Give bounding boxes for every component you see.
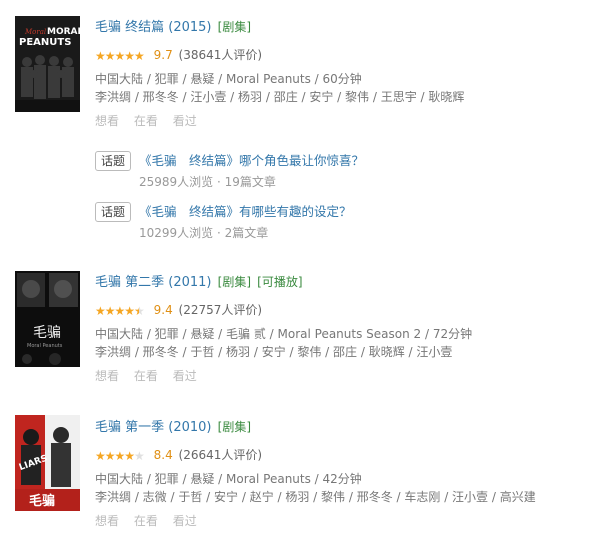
- action-links-3: 想看 在看 看过: [95, 512, 595, 530]
- rating-count-3: (26641人评价): [178, 448, 263, 462]
- poster-script-1: Moral: [24, 28, 46, 36]
- want-to-watch-button-1[interactable]: 想看: [95, 114, 119, 128]
- entry-title-1[interactable]: 毛骗 终结篇 (2015): [95, 20, 212, 35]
- svg-text:MORAL: MORAL: [47, 27, 80, 37]
- svg-text:PEANUTS: PEANUTS: [19, 37, 71, 48]
- tag-series-1: [剧集]: [217, 20, 252, 34]
- meta-info-1: 中国大陆 / 犯罪 / 悬疑 / Moral Peanuts / 60分钟: [95, 72, 362, 86]
- poster-image-2[interactable]: 毛骗 Moral Peanuts: [15, 271, 80, 367]
- rating-line-2: ★★★★★ 9.4 (22757人评价): [95, 301, 595, 320]
- rating-count-2: (22757人评价): [178, 303, 263, 317]
- cast-list-3: 李洪绸 / 志微 / 于哲 / 安宁 / 赵宁 / 杨羽 / 黎伟 / 邢冬冬 …: [95, 490, 536, 504]
- rating-line-1: ★★★★★ 9.7 (38641人评价): [95, 46, 595, 65]
- entry-info-3: 毛骗 第一季 (2010) [剧集] ★★★★★ 8.4 (26641人评价) …: [95, 418, 595, 530]
- entry-title-line-1: 毛骗 终结篇 (2015) [剧集]: [95, 18, 595, 37]
- topic-tag-1[interactable]: 话题: [95, 151, 132, 171]
- poster-image-1[interactable]: Moral MORAL PEANUTS: [15, 16, 80, 112]
- entry-title-line-3: 毛骗 第一季 (2010) [剧集]: [95, 418, 595, 437]
- cast-list-2: 李洪绸 / 邢冬冬 / 于哲 / 杨羽 / 安宁 / 黎伟 / 邵庄 / 耿晓辉…: [95, 345, 453, 359]
- rating-count-1: (38641人评价): [178, 48, 263, 62]
- action-links-1: 想看 在看 看过: [95, 112, 595, 130]
- cast-list-1: 李洪绸 / 邢冬冬 / 汪小壹 / 杨羽 / 邵庄 / 安宁 / 黎伟 / 王思…: [95, 90, 465, 104]
- watched-button-1[interactable]: 看过: [173, 114, 197, 128]
- rating-stars-2: ★★★★★: [95, 304, 145, 318]
- meta-info-3: 中国大陆 / 犯罪 / 悬疑 / Moral Peanuts / 42分钟: [95, 472, 362, 486]
- watching-button-1[interactable]: 在看: [134, 114, 158, 128]
- poster-script-2: Moral Peanuts: [27, 343, 63, 349]
- poster-title-2: 毛骗: [33, 325, 61, 341]
- topic-stats-1: 25989人浏览 · 19篇文章: [139, 175, 276, 189]
- topic-tag-2[interactable]: 话题: [95, 202, 132, 222]
- watched-button-3[interactable]: 看过: [173, 514, 197, 528]
- entry-title-3[interactable]: 毛骗 第一季 (2010): [95, 420, 212, 435]
- poster-title-3: 毛骗: [29, 493, 55, 509]
- watching-button-2[interactable]: 在看: [134, 369, 158, 383]
- entry-title-line-2: 毛骗 第二季 (2011) [剧集] [可播放]: [95, 273, 595, 292]
- rating-score-1: 9.7: [153, 48, 173, 62]
- entry-info-1: 毛骗 终结篇 (2015) [剧集] ★★★★★ 9.7 (38641人评价) …: [95, 18, 595, 130]
- rating-line-3: ★★★★★ 8.4 (26641人评价): [95, 446, 595, 465]
- entry-title-2[interactable]: 毛骗 第二季 (2011): [95, 275, 212, 290]
- poster-image-3[interactable]: LIARS 毛骗: [15, 415, 80, 511]
- topic-stats-2: 10299人浏览 · 2篇文章: [139, 226, 269, 240]
- topic-title-1[interactable]: 《毛骗 终结篇》哪个角色最让你惊喜？: [139, 151, 364, 171]
- want-to-watch-button-3[interactable]: 想看: [95, 514, 119, 528]
- tag-series-2: [剧集]: [217, 275, 252, 289]
- topic-title-2[interactable]: 《毛骗 终结篇》有哪些有趣的设定？: [139, 202, 352, 222]
- tag-series-3: [剧集]: [217, 420, 252, 434]
- watched-button-2[interactable]: 看过: [173, 369, 197, 383]
- action-links-2: 想看 在看 看过: [95, 367, 595, 385]
- watching-button-3[interactable]: 在看: [134, 514, 158, 528]
- rating-stars-3: ★★★★★: [95, 449, 145, 463]
- rating-stars-1: ★★★★★: [95, 49, 145, 63]
- tag-playable-2[interactable]: [可播放]: [257, 275, 302, 289]
- rating-score-3: 8.4: [153, 448, 173, 462]
- meta-info-2: 中国大陆 / 犯罪 / 悬疑 / 毛骗 贰 / Moral Peanuts Se…: [95, 327, 473, 341]
- entry-info-2: 毛骗 第二季 (2011) [剧集] [可播放] ★★★★★ 9.4 (2275…: [95, 273, 595, 385]
- rating-score-2: 9.4: [153, 303, 173, 317]
- want-to-watch-button-2[interactable]: 想看: [95, 369, 119, 383]
